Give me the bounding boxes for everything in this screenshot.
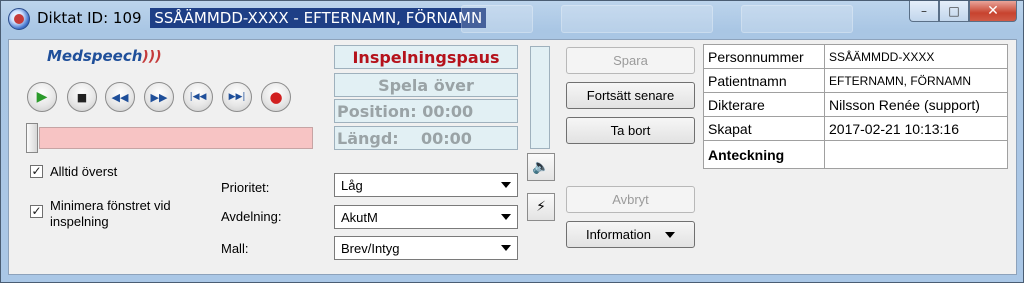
go-to-start-button[interactable]: |◀◀	[183, 82, 213, 112]
main-panel: Medspeech))) ▶ ■ ◀◀ ▶▶ |◀◀ ▶▶| ● ✓ Allti…	[8, 39, 1017, 275]
table-cell-value: 2017-02-21 10:13:16	[824, 116, 1008, 141]
title-bar[interactable]: Diktat ID: 109 SSÅÄMMDD-XXXX - EFTERNAMN…	[1, 1, 1023, 35]
department-value: AkutM	[341, 210, 378, 225]
department-select[interactable]: AkutM	[334, 205, 518, 229]
table-cell-value: SSÅÄMMDD-XXXX	[824, 44, 1008, 69]
background-blur	[461, 5, 533, 33]
app-window: Diktat ID: 109 SSÅÄMMDD-XXXX - EFTERNAMN…	[0, 0, 1024, 283]
note-field[interactable]	[824, 140, 1008, 169]
always-on-top-label: Alltid överst	[50, 164, 118, 179]
priority-value: Låg	[341, 178, 363, 193]
delete-button[interactable]: Ta bort	[566, 117, 695, 144]
length-readout: Längd: 00:00	[334, 126, 518, 150]
magic-wand-button[interactable]: ⚡	[527, 193, 555, 221]
template-select[interactable]: Brev/Intyg	[334, 236, 518, 260]
table-cell-value: Nilsson Renée (support)	[824, 92, 1008, 117]
table-cell-value: EFTERNAMN, FÖRNAMN	[824, 68, 1008, 93]
always-on-top-checkbox[interactable]: ✓	[30, 165, 43, 178]
rewind-icon: ◀◀	[111, 90, 129, 104]
go-to-end-button[interactable]: ▶▶|	[222, 82, 252, 112]
maximize-icon: □	[948, 4, 960, 18]
stop-icon: ■	[76, 90, 88, 104]
table-row: Personnummer SSÅÄMMDD-XXXX	[703, 44, 1008, 69]
position-slider-track[interactable]	[39, 127, 313, 149]
priority-label: Prioritet:	[221, 180, 270, 195]
logo-waves-icon: )))	[142, 49, 162, 65]
stop-button[interactable]: ■	[67, 82, 97, 112]
playback-mode: Spela över	[334, 73, 518, 97]
chevron-down-icon	[501, 214, 511, 220]
continue-later-button[interactable]: Fortsätt senare	[566, 82, 695, 109]
play-button[interactable]: ▶	[27, 82, 57, 112]
title-subject: SSÅÄMMDD-XXXX - EFTERNAMN, FÖRNAMN	[150, 8, 487, 28]
window-title: Diktat ID: 109 SSÅÄMMDD-XXXX - EFTERNAMN…	[37, 8, 487, 28]
save-button[interactable]: Spara	[566, 47, 695, 74]
magic-wand-icon: ⚡	[536, 199, 546, 215]
minimize-on-record-checkbox[interactable]: ✓	[30, 205, 43, 218]
minimize-button[interactable]: –	[909, 1, 939, 22]
template-label: Mall:	[221, 241, 249, 256]
fast-forward-icon: ▶▶	[150, 90, 168, 104]
template-value: Brev/Intyg	[341, 241, 400, 256]
caption-buttons: – □ ✕	[909, 1, 1017, 23]
priority-select[interactable]: Låg	[334, 173, 518, 197]
title-prefix: Diktat ID: 109	[37, 9, 142, 27]
table-cell-key: Personnummer	[703, 44, 825, 69]
record-button[interactable]: ●	[261, 82, 291, 112]
speaker-icon: 🔈	[532, 159, 550, 175]
fast-forward-button[interactable]: ▶▶	[144, 82, 174, 112]
logo-text: Medspeech	[47, 47, 143, 65]
department-label: Avdelning:	[221, 209, 282, 224]
rewind-button[interactable]: ◀◀	[105, 82, 135, 112]
table-row: Patientnamn EFTERNAMN, FÖRNAMN	[703, 68, 1008, 93]
background-blur	[561, 5, 713, 33]
background-blur	[741, 5, 853, 33]
chevron-down-icon	[665, 231, 676, 238]
table-cell-key: Skapat	[703, 116, 825, 141]
position-slider-handle[interactable]	[26, 123, 38, 153]
patient-info-table: Personnummer SSÅÄMMDD-XXXX Patientnamn E…	[703, 44, 1008, 169]
checkmark-icon: ✓	[31, 164, 42, 178]
play-icon: ▶	[36, 89, 48, 105]
table-row: Anteckning	[703, 140, 1008, 169]
recording-state: Inspelningspaus	[334, 45, 518, 69]
information-label: Information	[585, 227, 652, 242]
table-row: Skapat 2017-02-21 10:13:16	[703, 116, 1008, 141]
cancel-button[interactable]: Avbryt	[566, 186, 695, 213]
volume-level-meter	[530, 46, 550, 149]
chevron-down-icon	[501, 182, 511, 188]
information-dropdown-button[interactable]: Information	[566, 221, 695, 248]
minimize-on-record-label: Minimera fönstret vid inspelning	[50, 198, 171, 229]
medspeech-logo: Medspeech)))	[47, 47, 162, 65]
record-icon: ●	[269, 88, 283, 106]
position-readout: Position: 00:00	[334, 99, 518, 123]
table-cell-key: Patientnamn	[703, 68, 825, 93]
table-row: Dikterare Nilsson Renée (support)	[703, 92, 1008, 117]
go-to-start-icon: |◀◀	[189, 92, 207, 102]
note-label: Anteckning	[703, 140, 825, 169]
close-button[interactable]: ✕	[969, 1, 1017, 22]
minimize-icon: –	[921, 4, 927, 18]
app-icon[interactable]	[8, 8, 30, 30]
maximize-button[interactable]: □	[939, 1, 969, 22]
go-to-end-icon: ▶▶|	[228, 92, 246, 102]
chevron-down-icon	[501, 245, 511, 251]
table-cell-key: Dikterare	[703, 92, 825, 117]
checkmark-icon: ✓	[31, 204, 42, 218]
speaker-button[interactable]: 🔈	[527, 153, 555, 181]
close-icon: ✕	[987, 3, 999, 19]
